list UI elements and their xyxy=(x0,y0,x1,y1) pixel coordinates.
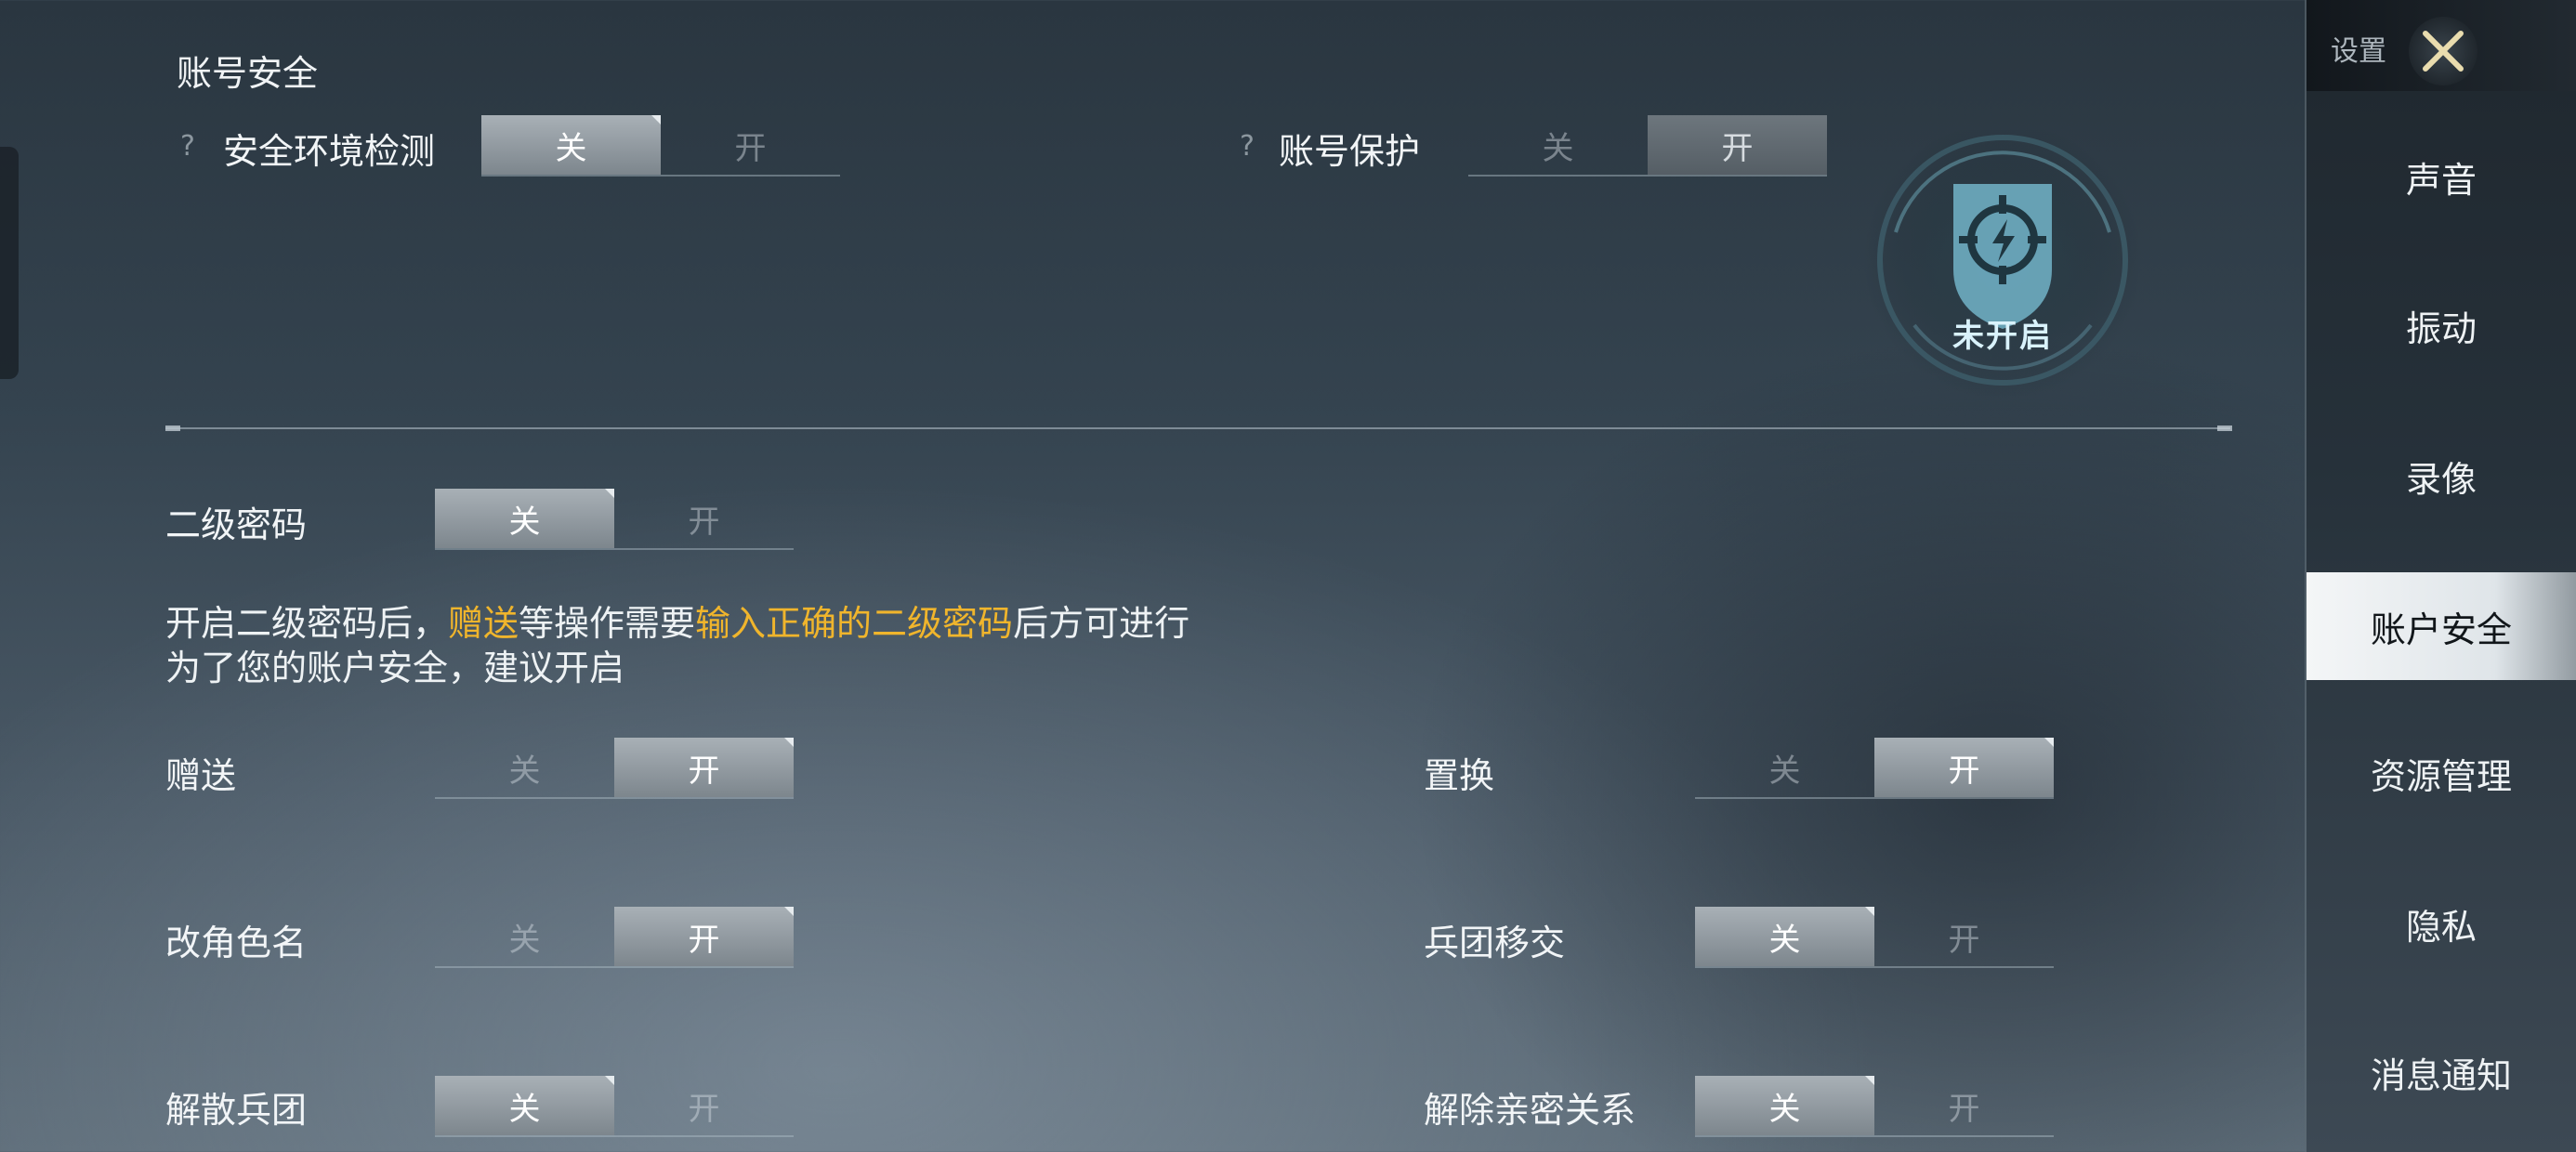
sidebar-item-sound[interactable]: 声音 xyxy=(2307,123,2576,230)
gift-off-option[interactable]: 关 xyxy=(435,738,614,797)
gift-label: 赠送 xyxy=(165,755,237,796)
divider-cap-right xyxy=(2217,425,2232,431)
desc-text-1: 开启二级密码后， xyxy=(165,603,449,644)
sidebar-item-notifications[interactable]: 消息通知 xyxy=(2307,1018,2576,1126)
remove-intimacy-off-option[interactable]: 关 xyxy=(1695,1076,1874,1135)
account-protect-label: 账号保护 xyxy=(1279,131,1421,172)
section-title-account-security: 账号安全 xyxy=(177,53,319,94)
exchange-on-option[interactable]: 开 xyxy=(1874,738,2054,797)
remove-intimacy-on-option[interactable]: 开 xyxy=(1874,1076,2054,1135)
exchange-off-option[interactable]: 关 xyxy=(1695,738,1874,797)
exchange-toggle[interactable]: 关 开 xyxy=(1695,738,2054,799)
sidebar-item-vibration[interactable]: 振动 xyxy=(2307,271,2576,379)
disband-legion-toggle[interactable]: 关 开 xyxy=(435,1076,794,1137)
disband-legion-on-option[interactable]: 开 xyxy=(614,1076,794,1135)
env-check-label: 安全环境检测 xyxy=(223,131,436,172)
disband-legion-off-option[interactable]: 关 xyxy=(435,1076,614,1135)
remove-intimacy-toggle[interactable]: 关 开 xyxy=(1695,1076,2054,1137)
disband-legion-label: 解散兵团 xyxy=(165,1090,308,1131)
gift-on-option[interactable]: 开 xyxy=(614,738,794,797)
env-check-help-icon[interactable]: ? xyxy=(180,130,195,163)
close-button[interactable] xyxy=(2409,17,2477,85)
rename-label: 改角色名 xyxy=(165,923,308,963)
desc-text-3: 后方可进行 xyxy=(1013,603,1190,644)
account-protect-on-option[interactable]: 开 xyxy=(1648,115,1827,175)
desc-text-2: 等操作需要 xyxy=(519,603,696,644)
rename-toggle[interactable]: 关 开 xyxy=(435,907,794,968)
legion-transfer-label: 兵团移交 xyxy=(1424,923,1566,963)
desc-highlight-gift: 赠送 xyxy=(448,603,519,644)
sidebar-item-privacy[interactable]: 隐私 xyxy=(2307,870,2576,977)
legion-transfer-on-option[interactable]: 开 xyxy=(1874,907,2054,966)
secondary-password-recommendation: 为了您的账户安全，建议开启 xyxy=(165,648,625,688)
remove-intimacy-label: 解除亲密关系 xyxy=(1424,1090,1636,1131)
security-shield-icon xyxy=(1863,130,2142,399)
secondary-password-off-option[interactable]: 关 xyxy=(435,489,614,548)
section-divider xyxy=(165,427,2230,429)
sidebar-item-resource-management[interactable]: 资源管理 xyxy=(2307,719,2576,827)
account-protect-off-option[interactable]: 关 xyxy=(1468,115,1648,175)
env-check-on-option[interactable]: 开 xyxy=(661,115,840,175)
sidebar-item-account-security[interactable]: 账户安全 xyxy=(2307,572,2576,680)
desc-highlight-password: 输入正确的二级密码 xyxy=(695,603,1014,644)
secondary-password-toggle[interactable]: 关 开 xyxy=(435,489,794,550)
account-protect-status-label: 未开启 xyxy=(1952,318,2053,355)
legion-transfer-toggle[interactable]: 关 开 xyxy=(1695,907,2054,968)
settings-title: 设置 xyxy=(2331,35,2386,68)
env-check-off-option[interactable]: 关 xyxy=(481,115,661,175)
exchange-label: 置换 xyxy=(1424,755,1495,796)
rename-off-option[interactable]: 关 xyxy=(435,907,614,966)
sidebar-item-recording[interactable]: 录像 xyxy=(2307,422,2576,530)
secondary-password-label: 二级密码 xyxy=(165,504,308,545)
close-icon xyxy=(2423,31,2464,72)
rename-on-option[interactable]: 开 xyxy=(614,907,794,966)
env-check-toggle[interactable]: 关 开 xyxy=(481,115,840,177)
gift-toggle[interactable]: 关 开 xyxy=(435,738,794,799)
secondary-password-description: 开启二级密码后，赠送等操作需要输入正确的二级密码后方可进行 xyxy=(165,600,1189,647)
account-protect-toggle[interactable]: 关 开 xyxy=(1468,115,1827,177)
secondary-password-on-option[interactable]: 开 xyxy=(614,489,794,548)
account-protect-help-icon[interactable]: ? xyxy=(1240,130,1255,163)
left-edge-handle xyxy=(0,147,19,379)
legion-transfer-off-option[interactable]: 关 xyxy=(1695,907,1874,966)
